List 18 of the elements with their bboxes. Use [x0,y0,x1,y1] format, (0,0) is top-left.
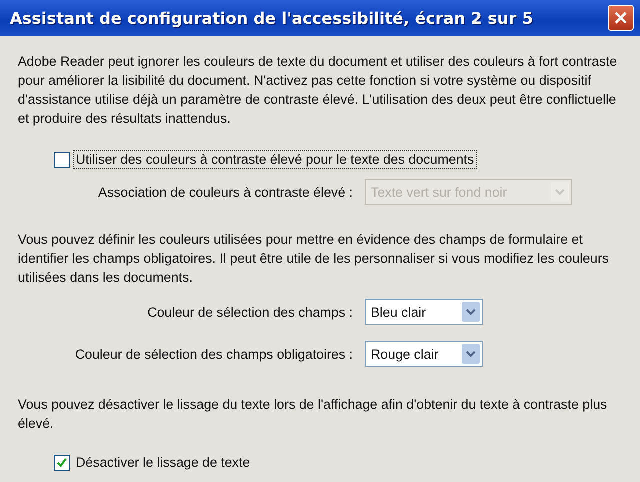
window-title: Assistant de configuration de l'accessibilité, écran 2 sur 5 [10,8,534,28]
checkbox[interactable] [54,454,70,470]
chevron-down-icon [462,344,480,364]
chevron-down-icon [551,182,569,202]
checkbox[interactable] [54,152,70,168]
checkbox-label[interactable]: Désactiver le lissage de texte [73,453,254,472]
checkbox-label[interactable]: Utiliser des couleurs à contraste élevé pour le texte des documents [73,150,478,169]
intro-text: Adobe Reader peut ignorer les couleurs de texte du document et utiliser des couleurs à fort contraste pour améliorer la lisibilité du document. N'activez pas cette fonction si votre système ou dispositif d'assistance utilise déjà un paramètre de contraste élevé. L'utilisation des deux peut être conflictuelle et produire des résultats inattendus. [18,53,618,128]
dropdown[interactable]: Rouge clair [365,341,483,367]
smoothing-text: Vous pouvez désactiver le lissage du texte lors de l'affichage afin d'obtenir du texte à contraste plus élevé. [18,396,608,433]
close-button[interactable] [608,5,634,31]
combo-label: Couleur de sélection des champs obligatoires : [74,346,353,362]
combo-label: Couleur de sélection des champs : [146,304,353,320]
fields-text: Vous pouvez définir les couleurs utilisées pour mettre en évidence des champs de formulaire et identifier les champs obligatoires. Il peut être utile de les personnaliser si vous modifiez les couleurs utilisées dans les documents. [18,231,610,287]
close-icon [614,11,628,25]
combo-label: Association de couleurs à contraste élevé : [97,184,353,200]
dropdown[interactable]: Bleu clair [365,299,483,325]
chevron-down-icon [462,302,480,322]
